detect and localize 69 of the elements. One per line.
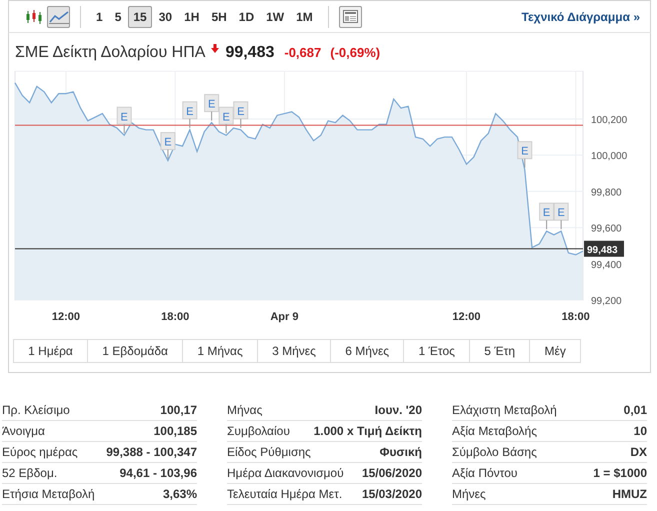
- y-axis-label: 99,200: [591, 296, 622, 307]
- price-change-percent: (-0,69%): [330, 44, 380, 62]
- stat-label: Συμβολαίου: [227, 423, 290, 440]
- stat-value: 15/03/2020: [362, 486, 422, 503]
- stat-value: 0,01: [624, 402, 647, 419]
- layout-icon[interactable]: [338, 6, 362, 28]
- interval-button[interactable]: 1D: [234, 6, 260, 28]
- stat-value: 10: [634, 423, 647, 440]
- stat-label: Πρ. Κλείσιμο: [2, 402, 70, 419]
- price-change: -0,687: [284, 44, 322, 62]
- instrument-name: ΣΜΕ Δείκτη Δολαρίου ΗΠΑ: [15, 43, 206, 63]
- stat-value: Ιουν. '20: [374, 402, 422, 419]
- range-button[interactable]: 3 Μήνες: [256, 339, 332, 363]
- interval-button[interactable]: 5H: [206, 6, 232, 28]
- interval-button[interactable]: 1: [91, 6, 108, 28]
- range-button[interactable]: 6 Μήνες: [330, 339, 404, 363]
- price-value: 99,483: [225, 43, 274, 63]
- range-button[interactable]: 1 Έτος: [403, 339, 470, 363]
- stat-label: Ελάχιστη Μεταβολή: [452, 402, 557, 419]
- x-axis-label: 12:00: [52, 311, 80, 323]
- y-axis-label: 99,800: [591, 187, 622, 198]
- stat-value: 1 = $1000: [593, 465, 647, 482]
- stat-label: Ετήσια Μεταβολή: [2, 486, 95, 503]
- stat-label: 52 Εβδομ.: [2, 465, 58, 482]
- y-axis-label: 100,000: [591, 151, 628, 162]
- line-chart-icon: [48, 10, 68, 24]
- stat-label: Τελευταία Ημέρα Μετ.: [227, 486, 342, 503]
- stat-label: Σύμβολο Βάσης: [452, 444, 537, 461]
- stat-label: Εύρος ημέρας: [2, 444, 78, 461]
- candlestick-icon: [24, 8, 42, 24]
- stat-value: 99,388 - 100,347: [106, 444, 197, 461]
- x-axis-label: 18:00: [161, 311, 190, 323]
- interval-button[interactable]: 1M: [291, 6, 318, 28]
- interval-button[interactable]: 15: [128, 6, 152, 28]
- stat-label: Μήνες: [452, 486, 486, 503]
- stat-label: Ημέρα Διακανονισμού: [227, 465, 344, 482]
- interval-button[interactable]: 30: [154, 6, 178, 28]
- stat-label: Μήνας: [227, 402, 262, 419]
- y-axis-label: 99,600: [591, 224, 622, 235]
- stat-value: Φυσική: [380, 444, 422, 461]
- technical-chart-link[interactable]: Τεχνικό Διάγραμμα »: [522, 8, 640, 26]
- current-price-label: 99,483: [584, 240, 624, 257]
- range-button[interactable]: 1 Ημέρα: [13, 339, 88, 363]
- stat-label: Είδος Ρύθμισης: [227, 444, 311, 461]
- stat-value: 100,17: [160, 402, 197, 419]
- range-button[interactable]: 1 Μήνας: [182, 339, 258, 363]
- interval-button[interactable]: 1H: [179, 6, 204, 28]
- stat-label: Αξία Πόντου: [452, 465, 518, 482]
- y-axis-label: 100,200: [591, 114, 628, 126]
- stat-value: DX: [630, 444, 647, 461]
- stat-value: 94,61 - 103,96: [120, 465, 197, 482]
- stat-value: 100,185: [154, 423, 197, 440]
- interval-button[interactable]: 5: [110, 6, 126, 28]
- chart-type-button[interactable]: [47, 6, 70, 28]
- down-arrow-icon: [211, 44, 220, 53]
- stat-value: 15/06/2020: [362, 465, 422, 482]
- stat-value: HMUZ: [612, 486, 647, 503]
- range-button[interactable]: 1 Εβδομάδα: [87, 339, 184, 363]
- x-axis-label: Apr 9: [270, 311, 298, 323]
- stat-label: Άνοιγμα: [2, 423, 45, 440]
- stat-value: 1.000 x Τιμή Δείκτη: [314, 423, 422, 440]
- range-button[interactable]: 5 Έτη: [469, 339, 530, 363]
- stat-value: 3,63%: [162, 486, 197, 503]
- range-button[interactable]: Μέγ: [529, 339, 582, 363]
- x-axis-label: 18:00: [562, 311, 590, 323]
- x-axis-label: 12:00: [452, 311, 481, 323]
- stat-label: Αξία Μεταβολής: [452, 423, 537, 440]
- interval-button[interactable]: 1W: [261, 6, 290, 28]
- y-axis-label: 99,400: [591, 260, 622, 271]
